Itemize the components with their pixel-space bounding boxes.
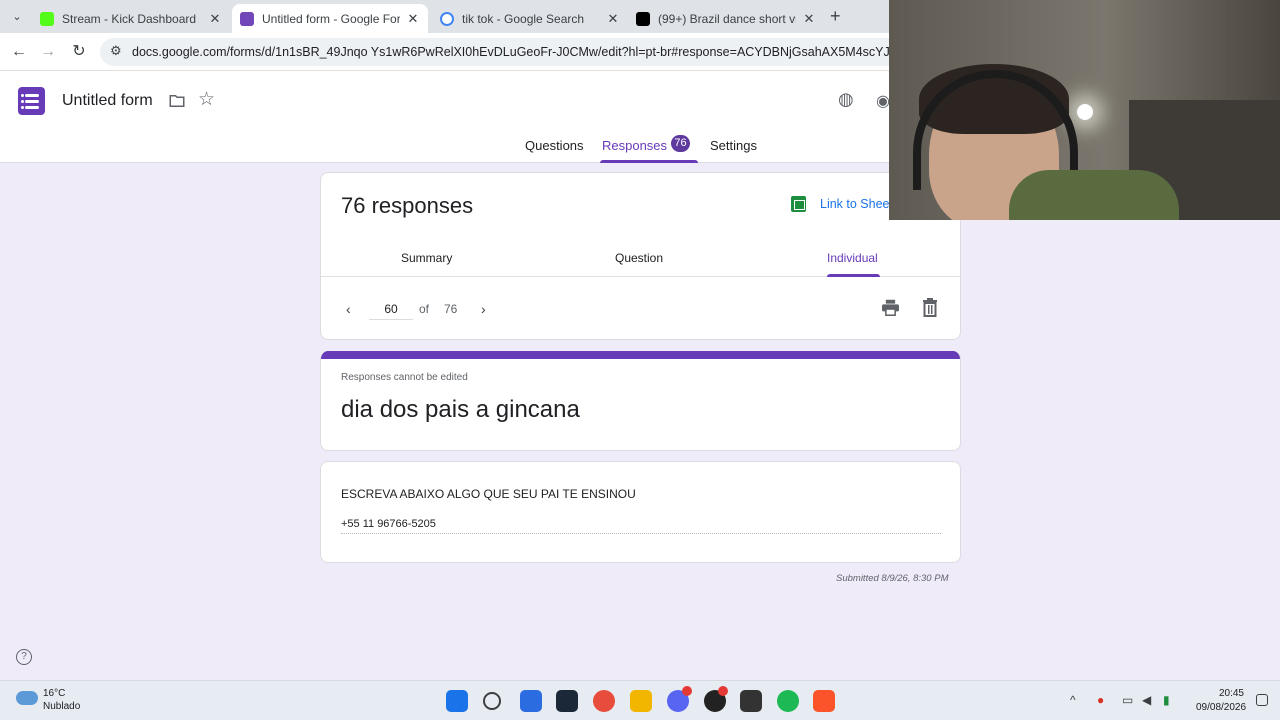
star-icon[interactable]: ☆ (198, 90, 215, 110)
tab-search-dropdown-icon[interactable]: ⌄ (8, 8, 26, 26)
weather-temperature[interactable]: 16°C (43, 688, 65, 699)
link-to-sheets-button[interactable]: Link to Sheets (791, 196, 899, 212)
google-forms-logo-icon[interactable] (18, 87, 45, 115)
browser-tab-kick[interactable]: Stream - Kick Dashboard ✕ (32, 4, 230, 33)
clock-date[interactable]: 09/08/2026 (1196, 702, 1246, 713)
form-title[interactable]: Untitled form (62, 92, 153, 110)
answer-text: +55 11 96766-5205 (341, 518, 941, 534)
notifications-icon[interactable] (1256, 694, 1268, 706)
form-color-bar (321, 351, 960, 359)
tab-title: (99+) Brazil dance short video D... (658, 11, 796, 26)
reload-icon[interactable]: ↻ (69, 42, 89, 62)
tiktok-icon (636, 11, 650, 26)
sheets-icon (791, 196, 806, 212)
notification-badge (718, 686, 728, 696)
delete-icon[interactable] (922, 297, 938, 317)
next-response-icon[interactable]: › (481, 301, 486, 317)
google-icon (440, 11, 454, 26)
tab-summary[interactable]: Summary (401, 251, 452, 265)
pager-of-label: of (419, 302, 430, 316)
weather-description[interactable]: Nublado (43, 701, 80, 712)
responses-card: 76 responses Link to Sheets Summary Ques… (320, 172, 961, 340)
spotify-icon[interactable] (777, 690, 799, 712)
webcam-overlay (889, 0, 1280, 220)
question-card: ESCREVA ABAIXO ALGO QUE SEU PAI TE ENSIN… (320, 461, 961, 563)
close-icon[interactable]: ✕ (606, 11, 620, 27)
browser-tab-forms[interactable]: Untitled form - Google Forms ✕ (232, 4, 428, 33)
tab-responses[interactable]: Responses (602, 138, 667, 153)
active-tab-indicator (600, 160, 698, 163)
kick-icon (40, 11, 54, 26)
tab-title: tik tok - Google Search (462, 11, 585, 26)
responses-locked-note: Responses cannot be edited (341, 372, 468, 383)
file-explorer-icon[interactable] (630, 690, 652, 712)
folder-icon[interactable] (168, 92, 186, 110)
notification-badge (682, 686, 692, 696)
close-icon[interactable]: ✕ (406, 11, 420, 27)
print-icon[interactable] (881, 299, 900, 316)
brave-icon[interactable] (813, 690, 835, 712)
windows-start-icon[interactable] (446, 690, 468, 712)
search-icon[interactable] (483, 692, 501, 710)
forward-icon[interactable]: → (38, 42, 58, 62)
clock-time[interactable]: 20:45 (1196, 688, 1244, 699)
tab-settings[interactable]: Settings (710, 138, 757, 153)
google-forms-icon (240, 11, 254, 26)
tab-question[interactable]: Question (615, 251, 663, 265)
response-view-tabs: Summary Question Individual (321, 243, 960, 277)
tab-questions[interactable]: Questions (525, 138, 584, 153)
form-heading: dia dos pais a gincana (341, 396, 580, 423)
link-to-sheets-label: Link to Sheets (820, 197, 900, 211)
current-response-input[interactable]: 60 (369, 302, 413, 320)
close-icon[interactable]: ✕ (802, 11, 816, 27)
url-text: docs.google.com/forms/d/1n1sBR_49Jnqo Ys… (132, 45, 892, 59)
submitted-timestamp: Submitted 8/9/26, 8:30 PM (836, 573, 949, 584)
webcam-shirt (1009, 170, 1179, 220)
webcam-light (1077, 104, 1093, 120)
close-icon[interactable]: ✕ (208, 11, 222, 27)
back-icon[interactable]: ← (9, 42, 29, 62)
browser-tab-search[interactable]: tik tok - Google Search ✕ (432, 4, 628, 33)
microphone-icon[interactable]: ● (1097, 693, 1104, 707)
app-icon[interactable] (520, 690, 542, 712)
tab-title: Stream - Kick Dashboard (62, 11, 197, 26)
address-bar[interactable]: ⚙ docs.google.com/forms/d/1n1sBR_49Jnqo … (100, 38, 900, 66)
battery-icon[interactable]: ▮ (1163, 693, 1170, 707)
chevron-up-icon[interactable]: ^ (1070, 693, 1076, 707)
question-text: ESCREVA ABAIXO ALGO QUE SEU PAI TE ENSIN… (341, 487, 636, 501)
form-header-card: Responses cannot be edited dia dos pais … (320, 351, 961, 451)
preview-eye-icon[interactable]: ◉ (876, 91, 890, 111)
site-info-icon[interactable]: ⚙ (110, 43, 122, 59)
chrome-icon[interactable] (593, 690, 615, 712)
tab-title: Untitled form - Google Forms (262, 11, 400, 26)
cloud-icon[interactable] (16, 691, 38, 705)
display-icon[interactable]: ▭ (1122, 693, 1133, 707)
new-tab-icon[interactable]: + (830, 6, 841, 27)
response-pager: ‹ 60 of 76 › (321, 277, 960, 339)
obs-icon[interactable] (740, 690, 762, 712)
help-icon[interactable]: ? (16, 649, 32, 665)
browser-tab-tiktok[interactable]: (99+) Brazil dance short video D... ✕ (628, 4, 824, 33)
previous-response-icon[interactable]: ‹ (346, 301, 351, 317)
volume-icon[interactable]: ◀ (1142, 693, 1151, 707)
palette-icon[interactable]: ◍ (838, 89, 854, 110)
steam-icon[interactable] (556, 690, 578, 712)
tab-individual[interactable]: Individual (827, 251, 878, 265)
responses-heading: 76 responses (341, 193, 474, 218)
responses-count-badge: 76 (671, 135, 690, 152)
pager-total: 76 (444, 302, 458, 316)
windows-taskbar: 16°C Nublado ^ ● ▭ ◀ ▮ 20:45 09/08/2026 (0, 680, 1280, 720)
